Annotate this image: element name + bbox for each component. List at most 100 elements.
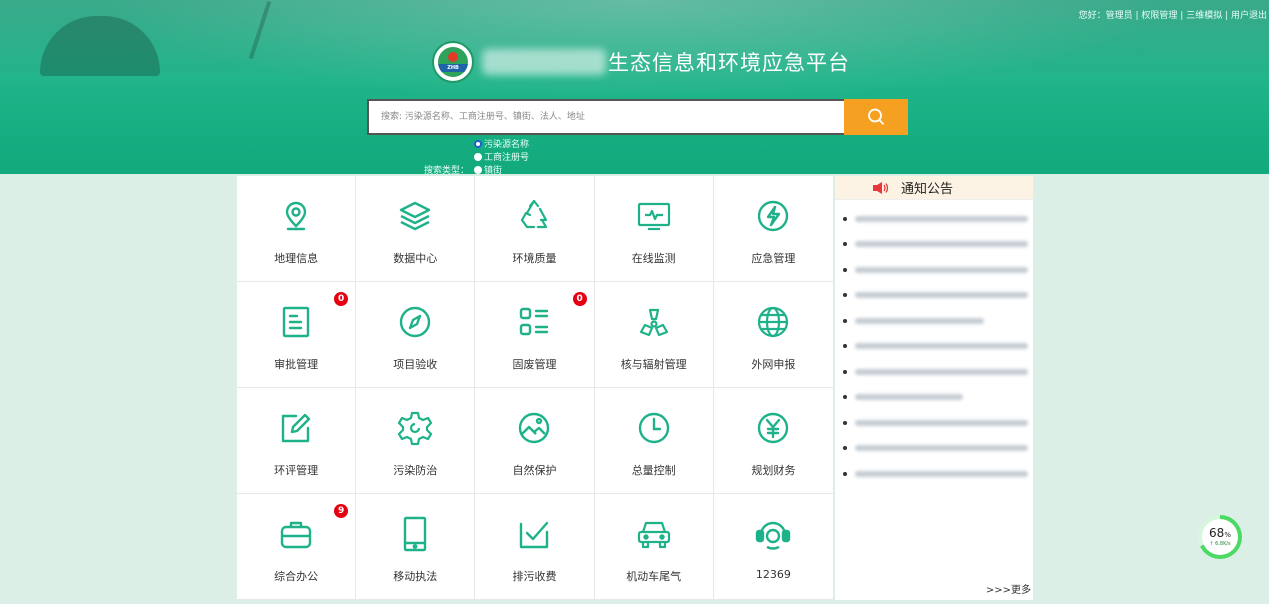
search-icon (868, 108, 884, 125)
radio-icon[interactable] (474, 152, 483, 161)
module-tile-19[interactable]: 12369 (713, 494, 833, 600)
bullet-icon (843, 446, 847, 451)
redacted-notice-text (855, 394, 964, 401)
search-type-option-0[interactable]: 污染源名称 (474, 137, 529, 150)
module-tile-12[interactable]: 自然保护 (475, 388, 595, 494)
search-type-label: 搜索类型： (424, 166, 470, 174)
module-tile-17[interactable]: 排污收费 (475, 494, 595, 600)
notification-badge: 9 (334, 504, 349, 518)
notice-item[interactable] (843, 232, 1033, 258)
search-button[interactable] (844, 99, 908, 135)
module-label: 在线监测 (631, 252, 676, 265)
search-type-option-label: 工商注册号 (484, 153, 530, 163)
network-speed-widget[interactable]: 68% ↑ 6.8K/s (1198, 515, 1242, 559)
edit-icon (276, 408, 316, 448)
search-input[interactable] (367, 99, 844, 135)
module-tile-6[interactable]: 项目验收 (356, 282, 476, 388)
yen-icon (753, 408, 793, 448)
module-label: 环评管理 (274, 464, 319, 477)
module-tile-3[interactable]: 在线监测 (594, 176, 714, 282)
search-bar (367, 99, 908, 135)
module-tile-14[interactable]: 规划财务 (713, 388, 833, 494)
redacted-notice-text (855, 470, 1028, 477)
list-grid-icon (514, 302, 554, 342)
notification-badge: 0 (572, 292, 587, 306)
radio-icon[interactable] (474, 165, 483, 174)
lightning-icon (753, 196, 793, 236)
redacted-notice-text (855, 241, 1028, 248)
bullet-icon (843, 369, 847, 374)
redacted-notice-text (855, 419, 1028, 426)
site-title: 生态信息和环境应急平台 (608, 51, 850, 75)
notice-item[interactable] (843, 334, 1033, 360)
notice-panel: 通知公告 >>>更多 (835, 176, 1033, 600)
module-label: 总量控制 (631, 464, 676, 477)
module-tile-4[interactable]: 应急管理 (713, 176, 833, 282)
gear-icon (395, 408, 435, 448)
redacted-notice-text (855, 215, 1028, 222)
module-tile-18[interactable]: 机动车尾气 (594, 494, 714, 600)
bullet-icon (843, 293, 847, 298)
bullet-icon (843, 395, 847, 400)
site-title-area: ZHB 生态信息和环境应急平台 (432, 40, 850, 84)
notice-item[interactable] (843, 308, 1033, 334)
bullet-icon (843, 216, 847, 221)
search-type-group: 搜索类型： 污染源名称工商注册号镇街法人地址 (424, 137, 529, 174)
notice-title: 通知公告 (901, 182, 954, 197)
notice-item[interactable] (843, 257, 1033, 283)
module-label: 环境质量 (512, 252, 557, 265)
module-tile-10[interactable]: 环评管理 (237, 388, 357, 494)
speed-percent: 68% (1209, 525, 1231, 540)
permission-link[interactable]: 权限管理 (1141, 11, 1177, 21)
redacted-notice-text (855, 266, 1028, 273)
notice-item[interactable] (843, 436, 1033, 462)
search-type-option-1[interactable]: 工商注册号 (474, 150, 529, 163)
redacted-notice-text (855, 292, 1028, 299)
notice-item[interactable] (843, 461, 1033, 487)
redacted-notice-text (855, 445, 1028, 452)
user-links: 您好：管理员 | 权限管理 | 三维模拟 | 用户退出 (1078, 11, 1267, 21)
search-type-option-label: 镇街 (484, 166, 503, 174)
notice-item[interactable] (843, 410, 1033, 436)
speaker-icon (873, 181, 889, 194)
module-tile-8[interactable]: 核与辐射管理 (594, 282, 714, 388)
module-label: 核与辐射管理 (620, 358, 687, 371)
bullet-icon (843, 267, 847, 272)
layers-icon (395, 196, 435, 236)
clock-icon (634, 408, 674, 448)
search-type-option-2[interactable]: 镇街 (474, 163, 529, 174)
header-banner: 您好：管理员 | 权限管理 | 三维模拟 | 用户退出 ZHB 生态信息和环境应… (0, 0, 1269, 174)
greeting-text: 您好：管理员 (1078, 11, 1133, 21)
module-label: 污染防治 (393, 464, 438, 477)
module-tile-7[interactable]: 固废管理 0 (475, 282, 595, 388)
bullet-icon (843, 242, 847, 247)
module-tile-5[interactable]: 审批管理 0 (237, 282, 357, 388)
notice-item[interactable] (843, 283, 1033, 309)
notice-item[interactable] (843, 385, 1033, 411)
bullet-icon (843, 420, 847, 425)
module-tile-13[interactable]: 总量控制 (594, 388, 714, 494)
module-tile-11[interactable]: 污染防治 (356, 388, 476, 494)
module-label: 项目验收 (393, 358, 438, 371)
module-label: 应急管理 (751, 252, 796, 265)
module-tile-9[interactable]: 外网申报 (713, 282, 833, 388)
module-tile-0[interactable]: 地理信息 (237, 176, 357, 282)
redacted-city-name (482, 49, 606, 75)
model3d-link[interactable]: 三维模拟 (1186, 11, 1222, 21)
radio-icon[interactable] (474, 139, 483, 148)
module-label: 数据中心 (393, 252, 438, 265)
bullet-icon (843, 318, 847, 323)
module-grid: 地理信息 数据中心 环境质量 在线监测 应急管理审批管理 0 项目验收 固废管理 0 核与辐射管理… (237, 176, 833, 600)
logout-link[interactable]: 用户退出 (1231, 11, 1267, 21)
module-label: 地理信息 (274, 252, 319, 265)
more-link[interactable]: >>>更多 (986, 581, 1031, 596)
notice-item[interactable] (843, 206, 1033, 232)
location-pin-icon (276, 196, 316, 236)
module-tile-16[interactable]: 移动执法 (356, 494, 476, 600)
car-icon (634, 514, 674, 554)
module-tile-15[interactable]: 综合办公 9 (237, 494, 357, 600)
speed-rate: ↑ 6.8K/s (1209, 540, 1231, 547)
module-tile-2[interactable]: 环境质量 (475, 176, 595, 282)
module-tile-1[interactable]: 数据中心 (356, 176, 476, 282)
notice-item[interactable] (843, 359, 1033, 385)
